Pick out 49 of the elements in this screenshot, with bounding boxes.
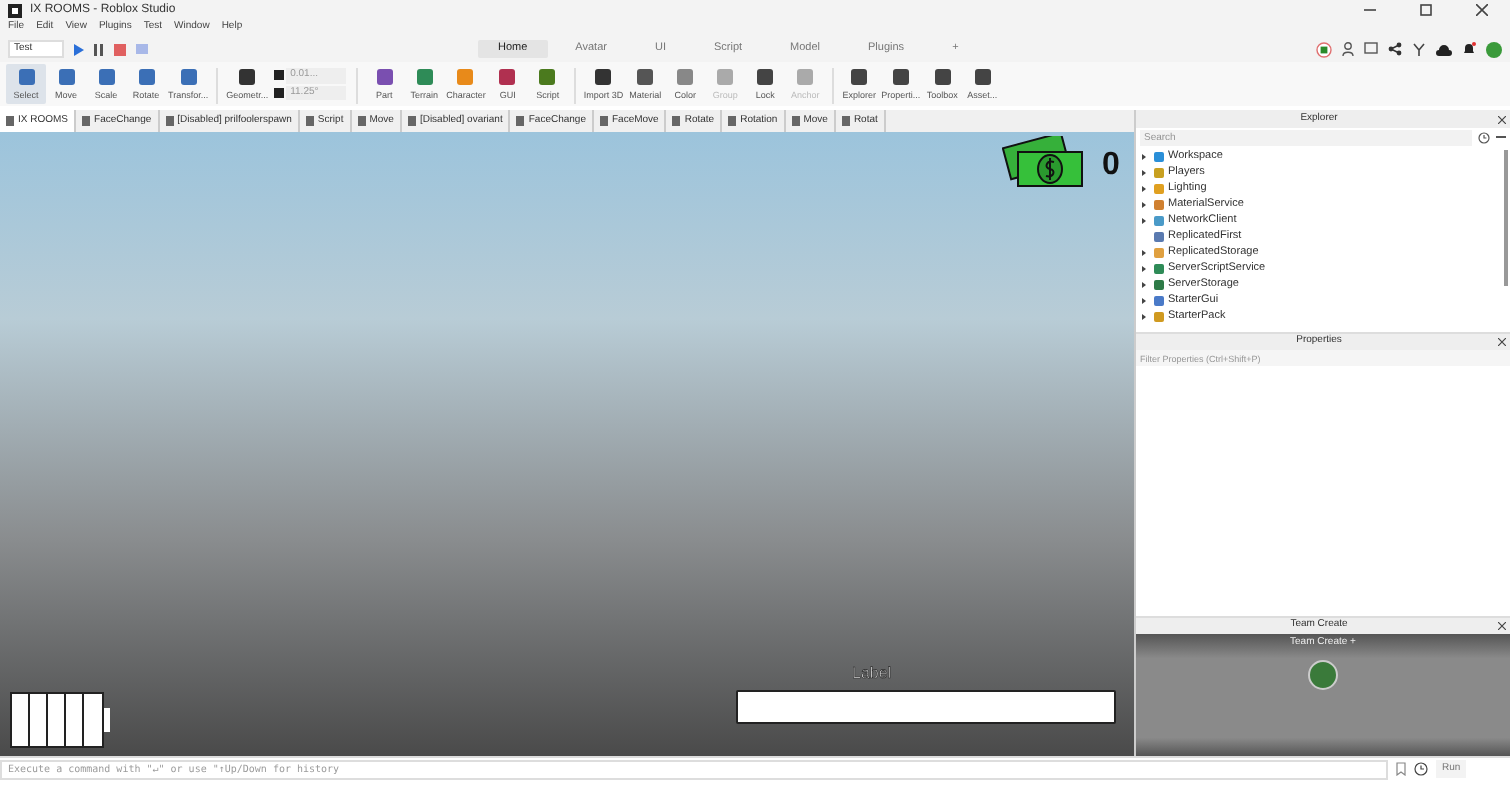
expand-arrow-icon[interactable] [1142,265,1146,271]
maximize-icon[interactable] [1420,4,1432,16]
expand-arrow-icon[interactable] [1142,201,1146,207]
expand-arrow-icon[interactable] [1142,313,1146,319]
battery-drawing [10,692,110,748]
close-icon[interactable] [1498,622,1506,630]
expand-arrow-icon[interactable] [1142,281,1146,287]
script-icon [600,116,608,126]
pause-icon[interactable] [94,43,104,55]
share-icon[interactable] [1388,42,1402,56]
script-icon [6,116,14,126]
script-icon [357,116,366,126]
branch-icon[interactable] [1412,42,1426,56]
record-icon[interactable] [1316,41,1332,57]
script-icon [841,116,850,126]
close-icon[interactable] [1476,4,1488,16]
bookmark-icon[interactable] [1396,762,1406,776]
snap-checkbox[interactable] [274,70,285,81]
cash-icon [1002,136,1086,188]
game-viewport[interactable]: 0 Label [0,132,1134,756]
close-icon[interactable] [1498,338,1507,346]
label-text: Label [852,662,892,686]
script-icon [672,116,681,126]
script-icon [728,116,737,126]
text-box[interactable] [736,690,1116,724]
play-icon[interactable] [74,43,84,55]
stop-icon[interactable] [114,43,126,55]
expand-arrow-icon[interactable] [1142,169,1146,175]
money-count: 0 [1102,146,1120,186]
minimize-icon[interactable] [1364,4,1376,16]
script-icon [516,116,525,126]
snap-checkbox[interactable] [274,87,285,98]
expand-arrow-icon[interactable] [1142,297,1146,303]
script-icon [165,116,174,126]
expand-arrow-icon[interactable] [1142,185,1146,191]
history-icon[interactable] [1478,131,1490,143]
script-icon [305,116,314,126]
expand-arrow-icon[interactable] [1142,217,1146,223]
expand-arrow-icon[interactable] [1142,249,1146,255]
history-icon[interactable] [1414,762,1428,776]
user-icon[interactable] [1342,42,1354,56]
scrollbar[interactable] [1504,150,1508,286]
script-icon [82,116,91,126]
bell-icon[interactable] [1462,42,1476,56]
close-icon[interactable] [1498,115,1506,123]
cloud-icon[interactable] [1436,43,1452,55]
script-icon [407,116,416,126]
script-icon [791,116,800,126]
expand-arrow-icon[interactable] [1142,153,1146,159]
